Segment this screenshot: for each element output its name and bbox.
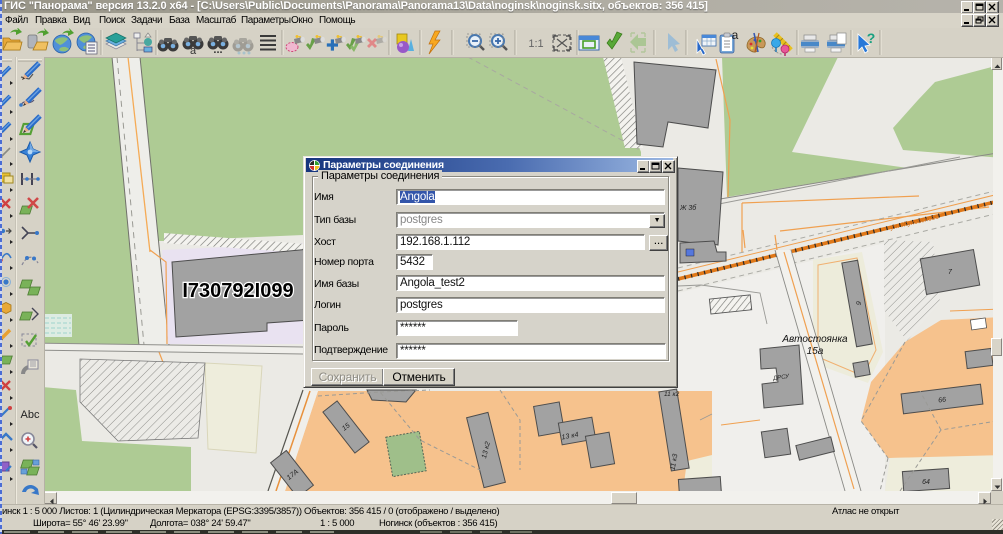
svg-text:66: 66 [938,397,947,405]
svg-text:15а: 15а [807,346,824,357]
svg-text:a: a [732,28,739,42]
svg-text:1:1: 1:1 [528,38,543,50]
svg-text:64: 64 [922,479,930,486]
svg-text:Ж 3б: Ж 3б [679,204,697,212]
svg-text:I730792I099: I730792I099 [182,280,293,302]
svg-text:Автостоянка: Автостоянка [781,334,848,345]
svg-text:?: ? [867,30,876,46]
svg-text:a: a [190,45,197,57]
svg-text:Abc: Abc [21,409,40,421]
svg-text:11 к2: 11 к2 [664,391,680,398]
svg-text:...: ... [213,44,222,56]
